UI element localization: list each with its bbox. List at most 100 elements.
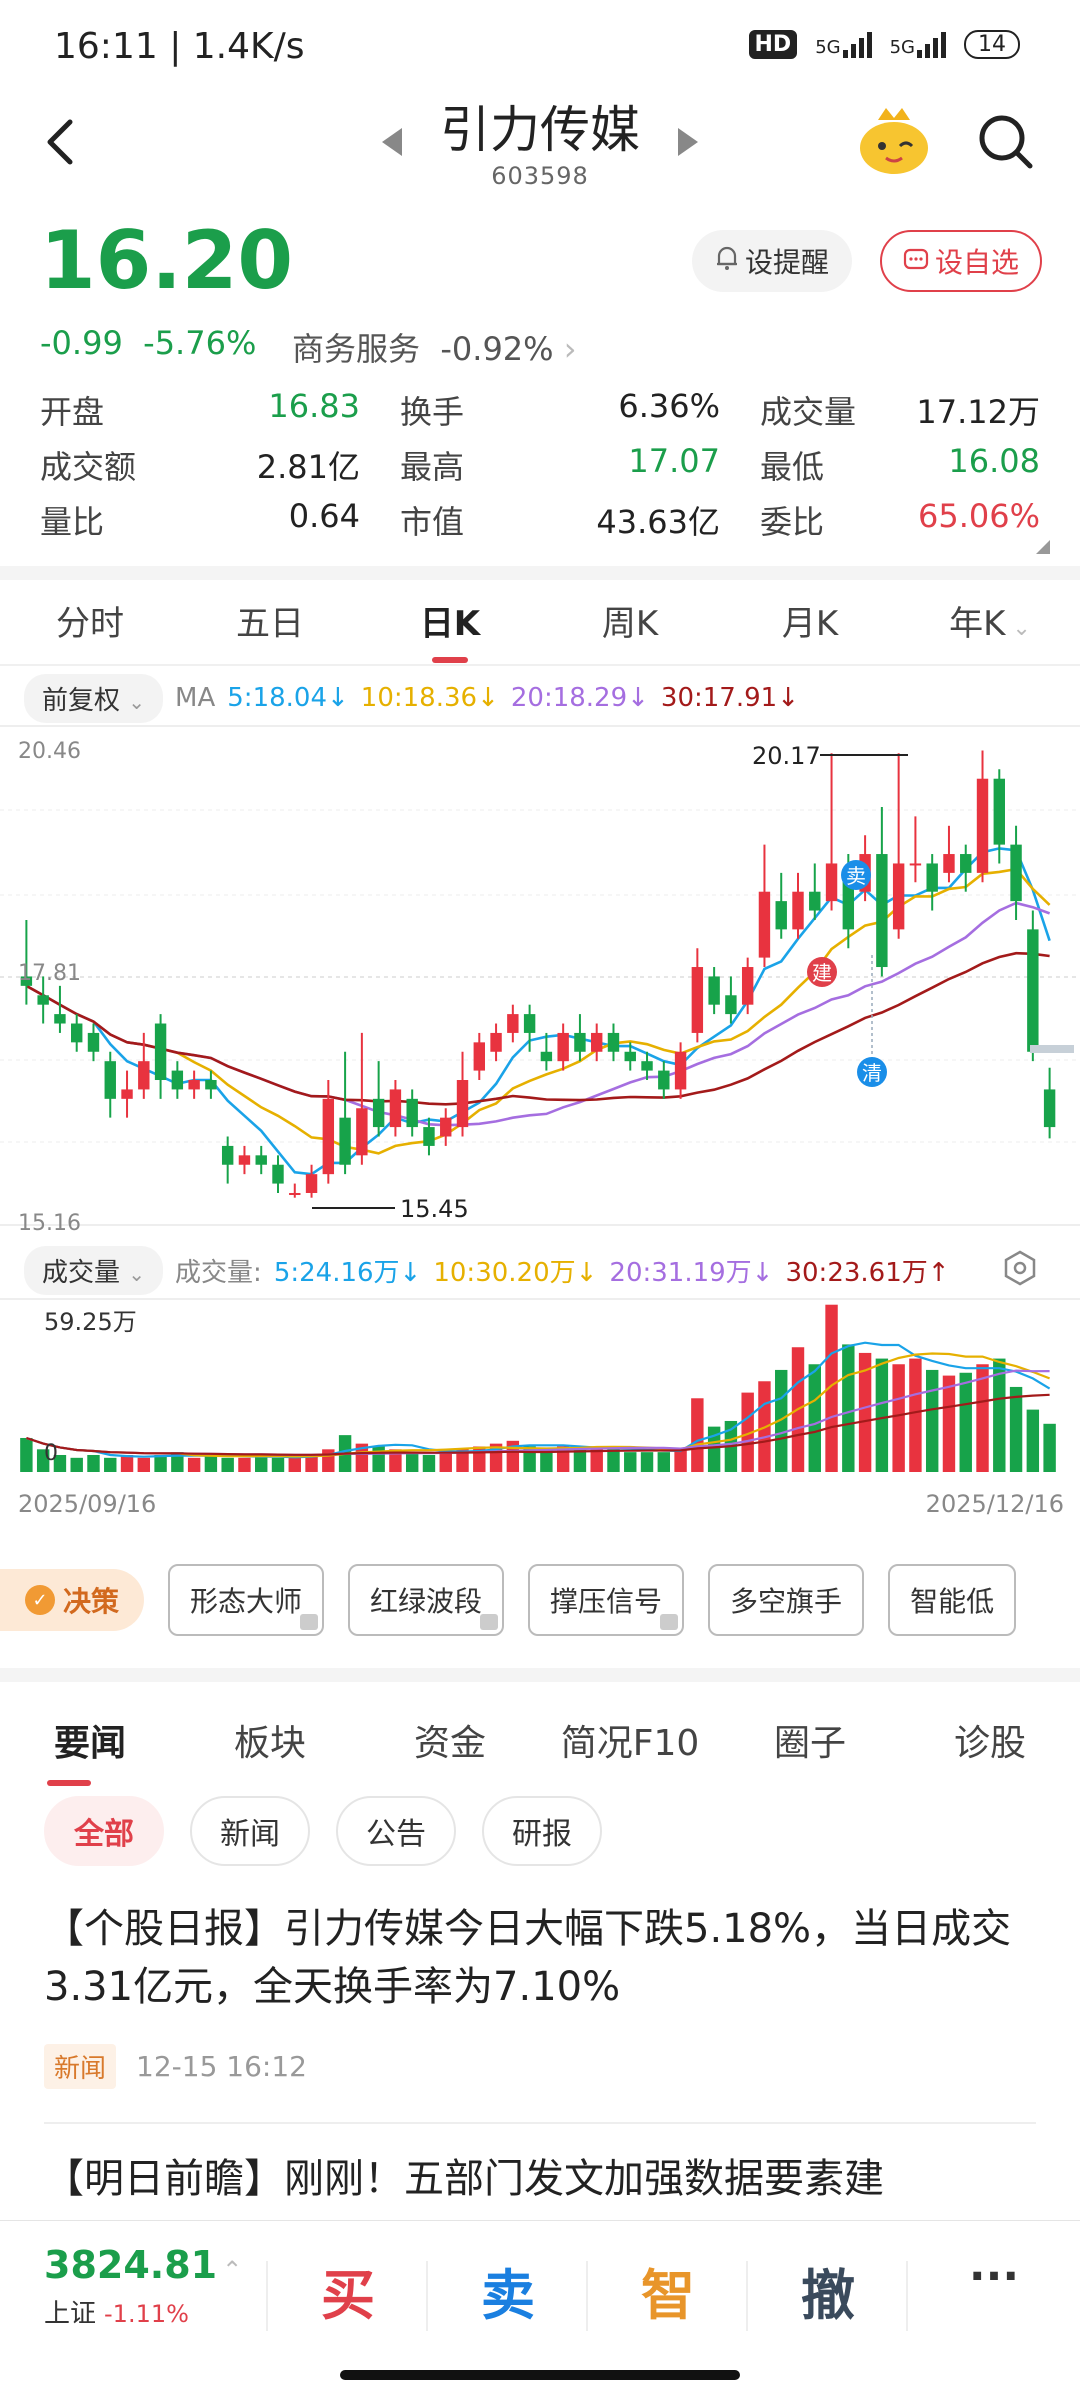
tool-smart[interactable]: 智能低 [888, 1564, 1017, 1636]
buy-button[interactable]: 买 [268, 2251, 428, 2330]
turnover-label: 换手 [400, 392, 465, 431]
volume-max-label: 59.25万 [44, 1308, 137, 1336]
bid-ratio-value: 65.06% [917, 496, 1040, 535]
tab-diagnosis[interactable]: 诊股 [900, 1714, 1080, 1766]
tab-daily-k[interactable]: 日K [360, 596, 540, 663]
tab-profile[interactable]: 简况F10 [540, 1714, 720, 1766]
mascot-icon[interactable] [856, 106, 932, 178]
section-divider [0, 566, 1080, 580]
candle-body [876, 854, 888, 968]
cancel-order-button[interactable]: 撤 [748, 2251, 908, 2330]
news-filters: 全部 新闻 公告 研报 [44, 1796, 602, 1866]
volume-chart[interactable]: 59.25万 0 [0, 1300, 1080, 1480]
volume-bar [942, 1375, 956, 1472]
candle-body [121, 1089, 133, 1099]
y-bottom-label: 15.16 [18, 1211, 81, 1236]
sell-marker-label: 卖 [846, 864, 866, 888]
candle-body [1010, 844, 1022, 902]
signal-5g-icon-2: 5G [890, 31, 946, 58]
search-icon[interactable] [976, 112, 1036, 172]
tool-pattern-master[interactable]: 形态大师 [168, 1564, 325, 1636]
more-button[interactable]: ··· [914, 2251, 1074, 2302]
high-label: 最高 [400, 447, 465, 486]
index-ticker[interactable]: 3824.81 ⌃ 上证 -1.11% [44, 2243, 242, 2330]
volume-bar [674, 1449, 687, 1472]
volume-bar [120, 1454, 134, 1472]
candle-body [154, 1023, 167, 1081]
sell-button[interactable]: 卖 [428, 2251, 588, 2330]
news-item-title[interactable]: 【个股日报】引力传媒今日大幅下跌5.18%，当日成交3.31亿元，全天换手率为7… [44, 1900, 1044, 2016]
tool-bull-bear-flag[interactable]: 多空旗手 [708, 1564, 865, 1636]
volume-bar [288, 1457, 301, 1472]
chevron-down-icon: ⌄ [1005, 615, 1031, 641]
volume-bar [1009, 1386, 1023, 1472]
decision-button[interactable]: ✓ 决策 [0, 1569, 144, 1631]
volume-bar [405, 1452, 419, 1472]
tool-label: 撑压信号 [550, 1585, 663, 1618]
volume-bar [925, 1369, 939, 1472]
tab-monthly-k[interactable]: 月K [720, 596, 900, 645]
news-time: 12-15 16:12 [136, 2050, 307, 2083]
tabs-bottom-line [0, 664, 1080, 666]
filter-announcements[interactable]: 公告 [336, 1796, 456, 1866]
filter-all[interactable]: 全部 [44, 1796, 164, 1866]
lock-icon [660, 1614, 679, 1630]
adjust-select[interactable]: 前复权 ⌄ [24, 673, 164, 723]
sector-link[interactable]: 商务服务 -0.92% › [292, 324, 577, 370]
candle-body [87, 1032, 100, 1052]
tab-sector[interactable]: 板块 [180, 1714, 360, 1766]
vol-ma10: 10:30.20万↓ [433, 1258, 598, 1288]
tab-funds[interactable]: 资金 [360, 1714, 540, 1766]
candle-body [322, 1098, 335, 1175]
news-item-title-2[interactable]: 【明日前瞻】刚刚！五部门发文加强数据要素建 [44, 2150, 1044, 2208]
candle-body [37, 995, 49, 1005]
decision-icon: ✓ [24, 1585, 55, 1615]
volume-bar [808, 1364, 821, 1472]
candle-body [892, 863, 905, 930]
filter-news[interactable]: 新闻 [190, 1796, 310, 1866]
set-alert-button[interactable]: 设提醒 [692, 230, 852, 292]
low-value: 16.08 [948, 441, 1040, 480]
tab-community[interactable]: 圈子 [720, 1714, 900, 1766]
kline-chart[interactable]: 20.46 17.81 15.16 20.17 15.45 卖 建 清 [0, 720, 1080, 1240]
candle-body [305, 1174, 318, 1193]
tab-yearly-k-label: 年K [949, 603, 1006, 644]
kline-svg: 20.46 17.81 15.16 20.17 15.45 卖 建 清 [0, 725, 1080, 1236]
candle-body [71, 1023, 83, 1043]
divider [906, 2261, 908, 2331]
low-marker-label: 15.45 [400, 1195, 469, 1223]
chevron-up-icon: ⌃ [222, 2256, 243, 2284]
ma-legend: 前复权 ⌄ MA 5:18.04↓ 10:18.36↓ 20:18.29↓ 30… [24, 673, 799, 723]
volume-zero-label: 0 [44, 1441, 58, 1466]
candle-body [356, 1108, 368, 1156]
vol-ma30: 30:23.61万↑ [785, 1258, 950, 1288]
tab-intraday[interactable]: 分时 [0, 596, 180, 645]
candle-body [557, 1032, 569, 1062]
chart-settings-icon[interactable] [1002, 1250, 1038, 1290]
candle-body [591, 1032, 603, 1052]
candle-body [758, 891, 771, 958]
lock-icon [300, 1614, 319, 1630]
volume-prefix: 成交量: [175, 1258, 262, 1288]
tool-support-resistance[interactable]: 撑压信号 [528, 1564, 685, 1636]
signal-5g-icon: 5G [815, 31, 872, 58]
candle-body [725, 995, 737, 1015]
volume-bar [187, 1457, 201, 1472]
smart-button[interactable]: 智 [588, 2251, 748, 2330]
volume-select[interactable]: 成交量 ⌄ [24, 1246, 164, 1295]
tool-red-green-wave[interactable]: 红绿波段 [348, 1564, 505, 1636]
add-watchlist-button[interactable]: 设自选 [880, 230, 1042, 292]
candle-body [926, 863, 938, 892]
battery-icon: 14 [964, 30, 1020, 59]
next-stock-icon[interactable] [676, 126, 700, 162]
expand-corner-icon[interactable] [1036, 540, 1050, 554]
filter-research[interactable]: 研报 [482, 1796, 602, 1866]
hd-icon: HD [748, 30, 798, 59]
price-change: -0.99 -5.76% [40, 324, 256, 362]
tab-five-day[interactable]: 五日 [180, 596, 360, 645]
tab-headlines[interactable]: 要闻 [0, 1714, 180, 1786]
chevron-down-icon: ⌄ [128, 689, 146, 714]
tab-yearly-k[interactable]: 年K ⌄ [900, 596, 1080, 645]
tab-weekly-k[interactable]: 周K [540, 596, 720, 645]
tool-label: 形态大师 [190, 1585, 303, 1618]
